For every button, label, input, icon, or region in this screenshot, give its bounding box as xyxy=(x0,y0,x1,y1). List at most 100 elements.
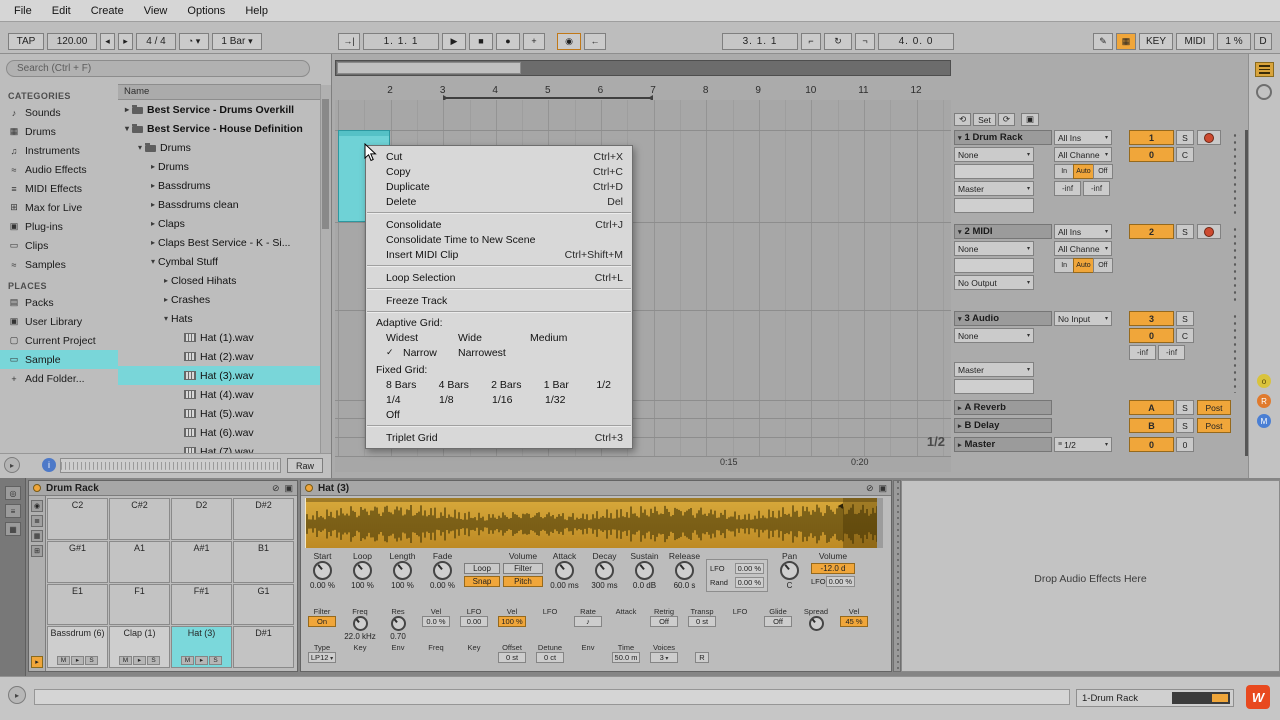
menu-option-1-2[interactable]: 1/2 xyxy=(596,379,632,391)
solo-button[interactable]: S xyxy=(1176,224,1194,239)
category-clips[interactable]: ▭Clips xyxy=(0,236,118,255)
rack-play-icon[interactable]: ▸ xyxy=(31,656,43,668)
drum-pad-g-1[interactable]: G#1 xyxy=(47,541,108,583)
menu-item-off[interactable]: Off xyxy=(366,407,632,422)
drum-pad-g1[interactable]: G1 xyxy=(233,584,294,626)
io-dropdown-no-input[interactable]: No Input▾ xyxy=(1054,311,1112,326)
track-button-c[interactable]: C xyxy=(1176,147,1194,162)
expander-icon[interactable]: ▸ xyxy=(148,200,158,209)
loop-start-display[interactable]: 3. 1. 1 xyxy=(722,33,798,50)
tree-item-crashes[interactable]: ▸Crashes xyxy=(118,290,321,309)
audio-effects-drop-zone[interactable]: Drop Audio Effects Here xyxy=(901,480,1280,672)
monitor-off[interactable]: Off xyxy=(1093,164,1113,179)
io-dropdown-no-output[interactable]: No Output▾ xyxy=(954,275,1034,290)
previous-locator-button[interactable]: ⟲ xyxy=(954,113,971,126)
tree-item-hat-4-wav[interactable]: Hat (4).wav xyxy=(118,385,321,404)
param-value[interactable]: 100 % xyxy=(498,616,526,627)
pad-grid-icon[interactable]: ▦ xyxy=(31,530,43,542)
drum-pad-f1[interactable]: F1 xyxy=(109,584,170,626)
nudge-down-button[interactable]: ◂ xyxy=(100,33,115,50)
info-toggle-button[interactable]: i xyxy=(42,458,56,472)
menu-option-widest[interactable]: Widest xyxy=(386,332,458,344)
stop-button[interactable]: ■ xyxy=(469,33,493,50)
expander-icon[interactable]: ▾ xyxy=(148,257,158,266)
param-detune[interactable]: Detune0 ct xyxy=(532,643,568,663)
post-button[interactable]: Post xyxy=(1197,418,1231,433)
io-dropdown-none[interactable]: None▾ xyxy=(954,147,1034,162)
tree-item-claps[interactable]: ▸Claps xyxy=(118,214,321,233)
preview-play-button[interactable]: ▸ xyxy=(4,457,20,473)
param-lfo[interactable]: LFO xyxy=(722,607,758,616)
param-attack[interactable]: Attack xyxy=(608,607,644,616)
param-rate[interactable]: Rate♪ xyxy=(570,607,606,627)
collapse-arrow-icon[interactable]: ▾ xyxy=(958,134,962,142)
io-show-hide-icon[interactable] xyxy=(1256,84,1272,100)
io-dropdown-none[interactable]: None▾ xyxy=(954,328,1034,343)
tree-item-hat-2-wav[interactable]: Hat (2).wav xyxy=(118,347,321,366)
drum-pad-b1[interactable]: B1 xyxy=(233,541,294,583)
collapse-arrow-icon[interactable]: ▸ xyxy=(958,441,962,449)
param-transp[interactable]: Transp0 st xyxy=(684,607,720,627)
place-packs[interactable]: ▤Packs xyxy=(0,293,118,312)
raw-button[interactable]: Raw xyxy=(287,458,323,473)
tree-item-best-service-drums-overkill[interactable]: ▸Best Service - Drums Overkill xyxy=(118,100,321,119)
attack-knob[interactable] xyxy=(555,561,574,580)
lfo-value[interactable]: 0.00 % xyxy=(735,577,764,588)
tree-item-hats[interactable]: ▾Hats xyxy=(118,309,321,328)
menu-create[interactable]: Create xyxy=(81,2,134,20)
quantization-dropdown[interactable]: 1 Bar ▾ xyxy=(212,33,262,50)
chain-view-icon[interactable]: ≣ xyxy=(31,515,43,527)
tree-item-bassdrums[interactable]: ▸Bassdrums xyxy=(118,176,321,195)
param-value[interactable]: 0 st xyxy=(688,616,716,627)
place-sample[interactable]: ▭Sample xyxy=(0,350,118,369)
menu-option-wide[interactable]: Wide xyxy=(458,332,530,344)
time-signature-display[interactable]: 4 / 4 xyxy=(136,33,176,50)
param-value[interactable]: ♪ xyxy=(574,616,602,627)
track-number-badge[interactable]: 3 xyxy=(1129,311,1174,326)
param-value[interactable]: Off xyxy=(650,616,678,627)
tree-item-drums[interactable]: ▾Drums xyxy=(118,138,321,157)
category-plug-ins[interactable]: ▣Plug-ins xyxy=(0,217,118,236)
loop-switch-button[interactable]: ↻ xyxy=(824,33,852,50)
waveform-zoom-strip[interactable] xyxy=(305,498,883,502)
loop-knob[interactable] xyxy=(353,561,372,580)
post-button[interactable]: Post xyxy=(1197,400,1231,415)
solo-button[interactable]: S xyxy=(209,656,222,665)
param-freq[interactable]: Freq xyxy=(418,643,454,652)
name-column-header[interactable]: Name xyxy=(118,84,321,100)
param-key[interactable]: Key xyxy=(456,643,492,652)
nudge-up-button[interactable]: ▸ xyxy=(118,33,133,50)
punch-out-button[interactable]: ¬ xyxy=(855,33,875,50)
arm-button[interactable] xyxy=(1197,130,1221,145)
param-value[interactable]: Off xyxy=(764,616,792,627)
io-view-icon[interactable]: ⊞ xyxy=(31,545,43,557)
menu-item-freeze-track[interactable]: Freeze Track xyxy=(366,293,632,308)
param-vel[interactable]: Vel100 % xyxy=(494,607,530,627)
tree-item-hat-3-wav[interactable]: Hat (3).wav xyxy=(118,366,321,385)
menu-item-consolidate-time-to-new-scene[interactable]: Consolidate Time to New Scene xyxy=(366,232,632,247)
track-number-badge[interactable]: 0 xyxy=(1129,328,1174,343)
overdub-button[interactable]: + xyxy=(523,33,545,50)
follow-button[interactable]: →| xyxy=(338,33,360,50)
mute-button[interactable]: M xyxy=(119,656,132,665)
save-preset-icon[interactable]: ▣ xyxy=(878,483,887,494)
drum-rack-title-bar[interactable]: Drum Rack ⊘ ▣ xyxy=(29,481,297,496)
io-dropdown-all-ins[interactable]: All Ins▾ xyxy=(1054,224,1112,239)
io-dropdown-all-channe[interactable]: All Channe▾ xyxy=(1054,147,1112,162)
track-name[interactable]: ▾1 Drum Rack xyxy=(954,130,1052,145)
category-midi-effects[interactable]: ≡MIDI Effects xyxy=(0,179,118,198)
loop-button[interactable]: Loop xyxy=(464,563,500,574)
menu-options[interactable]: Options xyxy=(177,2,235,20)
preview-scrub-area[interactable] xyxy=(60,458,281,473)
key-map-button[interactable]: KEY xyxy=(1139,33,1173,50)
category-samples[interactable]: ≈Samples xyxy=(0,255,118,274)
device-view-icon[interactable]: ◎ xyxy=(5,486,21,500)
expander-icon[interactable]: ▸ xyxy=(148,219,158,228)
collapse-arrow-icon[interactable]: ▾ xyxy=(958,315,962,323)
spread-knob[interactable] xyxy=(809,616,824,631)
lfo-value[interactable]: 0.00 % xyxy=(826,576,855,587)
expander-icon[interactable]: ▾ xyxy=(122,124,132,133)
io-dropdown-master[interactable]: Master▾ xyxy=(954,181,1034,196)
arm-button[interactable] xyxy=(1197,224,1221,239)
param-env[interactable]: Env xyxy=(380,643,416,652)
